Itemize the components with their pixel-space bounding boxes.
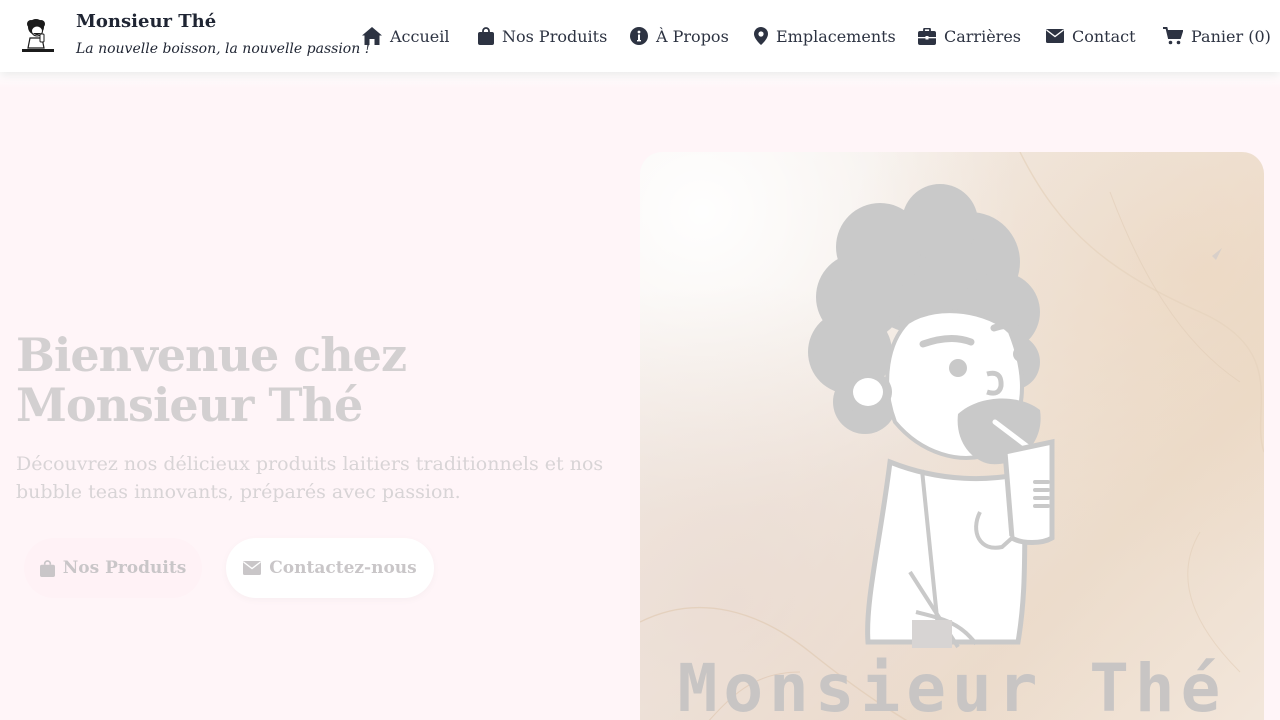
hero-top-fade <box>0 72 1280 88</box>
cart-icon <box>1163 27 1183 45</box>
info-icon <box>630 27 648 45</box>
brand-tagline: La nouvelle boisson, la nouvelle passion… <box>76 41 371 57</box>
envelope-icon <box>1046 29 1064 43</box>
briefcase-icon <box>918 27 936 45</box>
hero-products-button[interactable]: Nos Produits <box>24 538 202 598</box>
nav-label-locations: Emplacements <box>776 26 896 46</box>
hero-subtitle: Découvrez nos délicieux produits laitier… <box>16 453 604 503</box>
nav-label-home: Accueil <box>390 26 450 46</box>
nav-link-locations[interactable]: Emplacements <box>754 24 896 48</box>
nav-link-products[interactable]: Nos Produits <box>478 24 607 48</box>
nav-link-home[interactable]: Accueil <box>362 24 449 48</box>
nav-link-cart[interactable]: Panier (0) <box>1163 24 1271 48</box>
nav-label-products: Nos Produits <box>502 26 608 46</box>
hero-contact-button-label: Contactez-nous <box>269 558 417 578</box>
hero-title: Bienvenue chez Monsieur Thé <box>16 328 407 432</box>
nav-link-careers[interactable]: Carrières <box>918 24 1021 48</box>
image-wordmark: Monsieur Thé <box>677 650 1227 720</box>
nav-link-contact[interactable]: Contact <box>1046 24 1136 48</box>
hero-contact-button[interactable]: Contactez-nous <box>226 538 434 598</box>
map-marker-icon <box>754 27 768 45</box>
brand-name[interactable]: Monsieur Thé <box>76 11 370 33</box>
hero-products-button-label: Nos Produits <box>62 558 187 578</box>
nav-label-contact: Contact <box>1072 26 1136 46</box>
nav-link-about[interactable]: À Propos <box>630 24 729 48</box>
nav-label-about: À Propos <box>656 26 729 46</box>
navbar: Monsieur Thé La nouvelle boisson, la nou… <box>0 0 1280 72</box>
brand[interactable]: Monsieur Thé La nouvelle boisson, la nou… <box>18 0 370 72</box>
brand-logo-icon[interactable] <box>18 16 58 56</box>
nav-label-careers: Carrières <box>944 26 1021 46</box>
shopping-bag-icon <box>39 559 55 577</box>
hero-image: Monsieur Thé <box>640 152 1264 720</box>
home-icon <box>362 27 382 45</box>
mascot-illustration <box>808 184 1055 649</box>
nav-label-cart: Panier (0) <box>1191 26 1271 46</box>
shopping-bag-icon <box>478 27 494 45</box>
envelope-icon <box>243 561 262 575</box>
